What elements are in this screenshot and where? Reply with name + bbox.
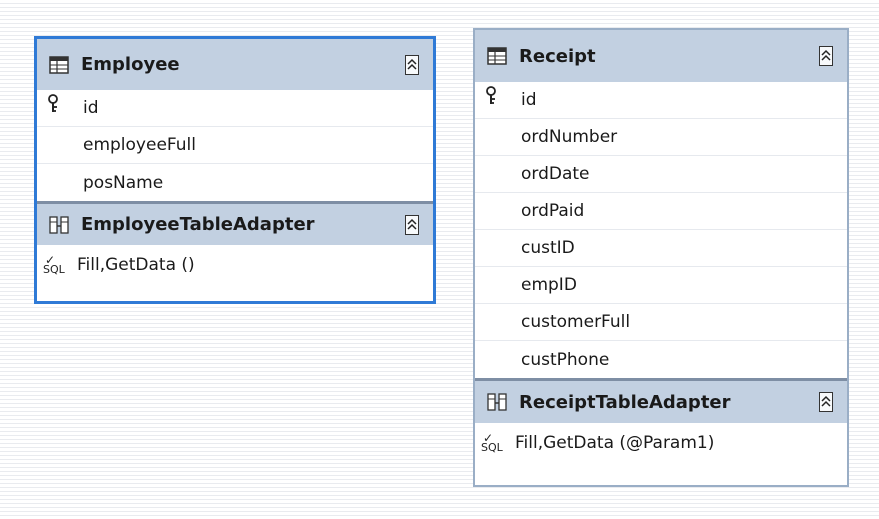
field-row[interactable]: posName bbox=[37, 164, 433, 201]
receipt-adapter-header[interactable]: ReceiptTableAdapter bbox=[475, 378, 847, 423]
field-label: id bbox=[521, 90, 537, 110]
field-row[interactable]: employeeFull bbox=[37, 127, 433, 164]
field-label: employeeFull bbox=[83, 135, 196, 155]
table-adapter-icon bbox=[49, 215, 69, 234]
field-row[interactable]: id bbox=[37, 90, 433, 127]
primary-key-icon bbox=[475, 82, 521, 118]
field-label: ordPaid bbox=[521, 201, 585, 221]
method-label: Fill,GetData () bbox=[77, 255, 195, 275]
field-label: customerFull bbox=[521, 312, 631, 332]
field-row[interactable]: empID bbox=[475, 267, 847, 304]
field-label: ordNumber bbox=[521, 127, 618, 147]
table-icon bbox=[487, 47, 507, 65]
field-row[interactable]: custID bbox=[475, 230, 847, 267]
primary-key-icon bbox=[37, 90, 83, 126]
table-adapter-icon bbox=[487, 393, 507, 411]
collapse-chevrons-icon[interactable] bbox=[819, 46, 833, 66]
table-icon bbox=[49, 55, 69, 74]
field-label: ordDate bbox=[521, 164, 590, 184]
employee-adapter-title: EmployeeTableAdapter bbox=[81, 214, 315, 235]
employee-table[interactable]: Employee id employeeFull posName Employe… bbox=[34, 36, 436, 304]
field-label: custPhone bbox=[521, 349, 610, 370]
collapse-chevrons-icon[interactable] bbox=[405, 54, 419, 75]
field-label: empID bbox=[521, 275, 577, 295]
field-row[interactable]: ordNumber bbox=[475, 119, 847, 156]
field-row[interactable]: ordDate bbox=[475, 156, 847, 193]
field-row[interactable]: ordPaid bbox=[475, 193, 847, 230]
employee-fields: id employeeFull posName bbox=[37, 90, 433, 201]
field-label: custID bbox=[521, 238, 575, 258]
collapse-chevrons-icon[interactable] bbox=[819, 392, 833, 412]
employee-adapter-header[interactable]: EmployeeTableAdapter bbox=[37, 201, 433, 245]
sql-query-icon: ✓ SQL bbox=[43, 252, 65, 276]
receipt-fields: id ordNumber ordDate ordPaid custID empI… bbox=[475, 82, 847, 378]
field-row[interactable]: id bbox=[475, 82, 847, 119]
receipt-table-header[interactable]: Receipt bbox=[475, 30, 847, 82]
receipt-table-title: Receipt bbox=[519, 45, 596, 67]
field-label: posName bbox=[83, 172, 164, 193]
method-label: Fill,GetData (@Param1) bbox=[515, 433, 715, 453]
field-label: id bbox=[83, 98, 99, 118]
employee-table-title: Employee bbox=[81, 54, 180, 75]
method-row[interactable]: ✓ SQL Fill,GetData (@Param1) bbox=[475, 423, 847, 463]
sql-query-icon: ✓ SQL bbox=[481, 430, 503, 454]
receipt-adapter-title: ReceiptTableAdapter bbox=[519, 391, 731, 413]
collapse-chevrons-icon[interactable] bbox=[405, 214, 419, 235]
method-row[interactable]: ✓ SQL Fill,GetData () bbox=[37, 245, 433, 285]
receipt-table[interactable]: Receipt id ordNumber ordDate ordPaid cus… bbox=[473, 28, 849, 487]
field-row[interactable]: customerFull bbox=[475, 304, 847, 341]
field-row[interactable]: custPhone bbox=[475, 341, 847, 378]
employee-table-header[interactable]: Employee bbox=[37, 39, 433, 90]
